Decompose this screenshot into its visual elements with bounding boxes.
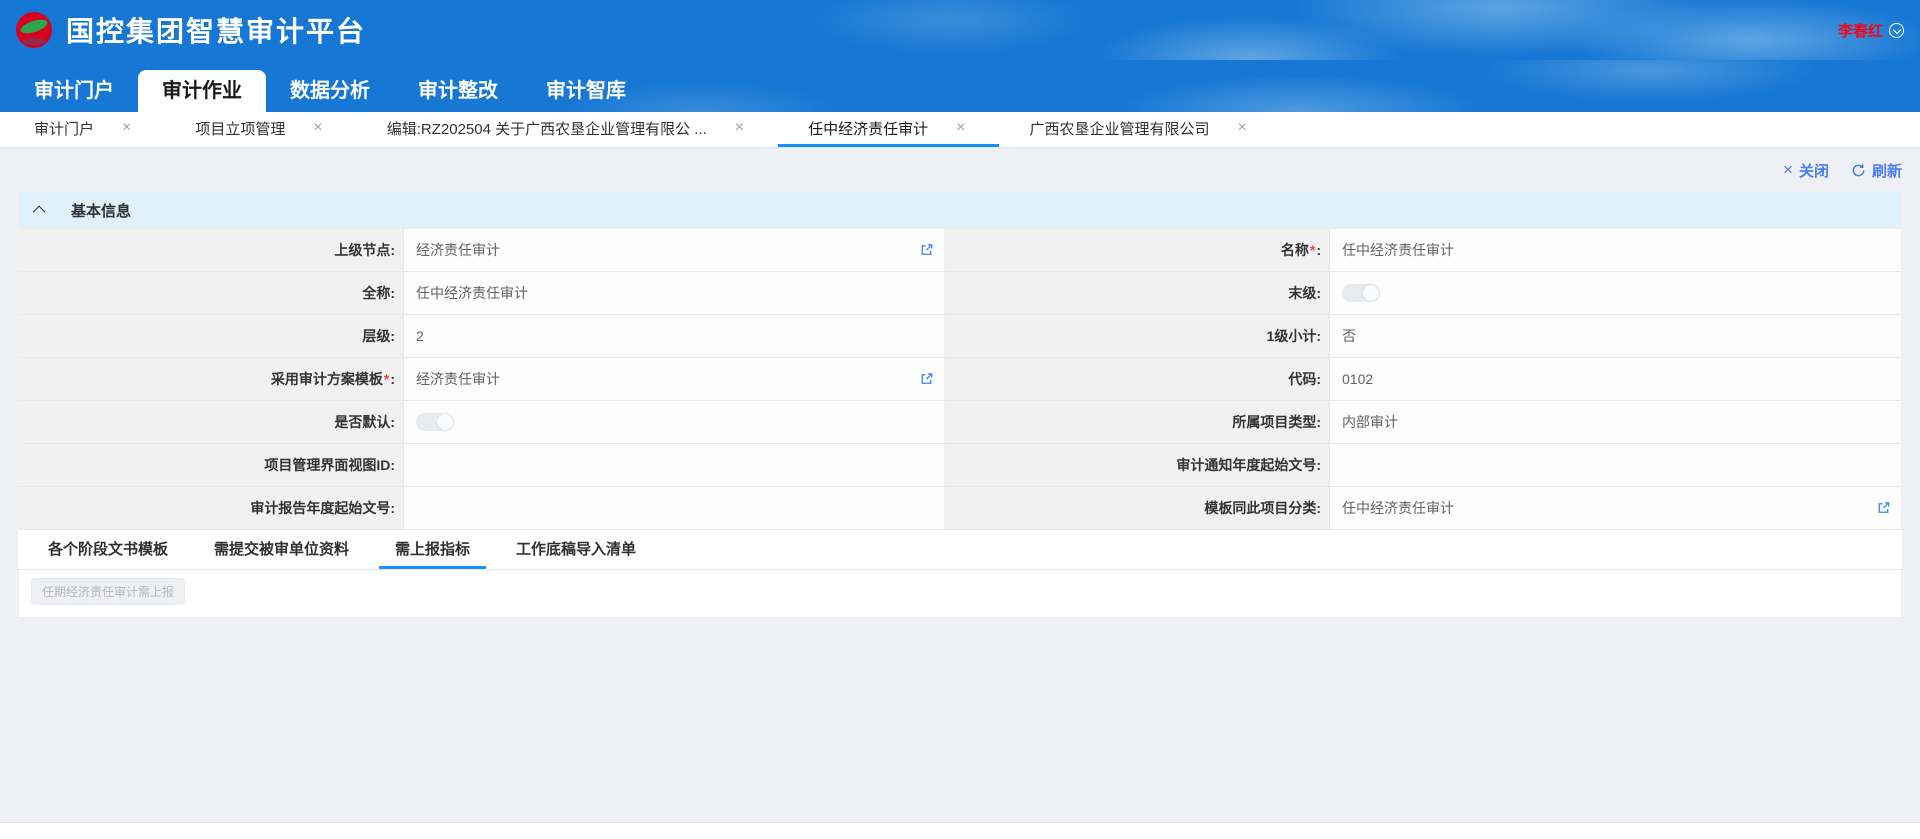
field-is-default: [404, 401, 945, 444]
close-icon[interactable]: ×: [956, 120, 965, 136]
nav-item-audit-knowledge[interactable]: 审计智库: [522, 70, 650, 112]
app-title: 国控集团智慧审计平台: [66, 10, 366, 50]
field-label-template-category: 模板同此项目分类:: [945, 487, 1330, 530]
app-header: 国控集团智慧审计平台 李春红: [0, 0, 1920, 60]
close-icon[interactable]: ×: [313, 120, 322, 136]
field-value: 经济责任审计: [416, 369, 500, 389]
tab-audit-portal[interactable]: 审计门户 ×: [4, 112, 165, 147]
field-label-name: 名称*:: [945, 229, 1330, 272]
close-icon[interactable]: ×: [735, 120, 744, 136]
field-name[interactable]: 任中经济责任审计: [1330, 229, 1902, 272]
required-mark: *: [1310, 242, 1315, 258]
field-full-name[interactable]: 任中经济责任审计: [404, 272, 945, 315]
bottom-strip: [0, 822, 1920, 839]
refresh-label[interactable]: 刷新: [1872, 160, 1902, 181]
toggle-knob: [437, 414, 453, 430]
field-label-level1-subtotal: 1级小计:: [945, 315, 1330, 358]
user-name[interactable]: 李春红: [1838, 20, 1883, 41]
field-value: 任中经济责任审计: [1342, 240, 1454, 260]
external-link-icon[interactable]: [919, 243, 934, 258]
close-icon[interactable]: ×: [1238, 120, 1247, 136]
chevron-up-icon[interactable]: [33, 205, 46, 218]
tab-midterm-economic-audit[interactable]: 任中经济责任审计 ×: [778, 112, 999, 147]
field-notice-doc-no[interactable]: [1330, 444, 1902, 487]
nav-item-audit-work[interactable]: 审计作业: [138, 70, 266, 112]
close-icon[interactable]: ×: [122, 120, 131, 136]
tab-label[interactable]: 编辑:RZ202504 关于广西农垦企业管理有限公 ...: [387, 118, 707, 139]
external-link-icon[interactable]: [919, 372, 934, 387]
is-default-toggle[interactable]: [416, 413, 454, 431]
subtab-stage-doc-templates[interactable]: 各个阶段文书模板: [32, 530, 184, 569]
field-report-doc-no[interactable]: [404, 487, 945, 530]
chevron-down-icon[interactable]: [1889, 23, 1904, 38]
tenure-report-button[interactable]: 任期经济责任审计需上报: [31, 578, 185, 605]
field-level[interactable]: 2: [404, 315, 945, 358]
field-value: 0102: [1342, 371, 1373, 387]
page-content: × 关闭 刷新 基本信息 上级节点: 经济责任审计: [0, 148, 1920, 618]
field-value: 任中经济责任审计: [416, 283, 528, 303]
tab-label[interactable]: 任中经济责任审计: [808, 118, 928, 139]
close-label[interactable]: 关闭: [1799, 160, 1829, 181]
refresh-page-button[interactable]: 刷新: [1851, 160, 1902, 181]
field-value: 否: [1342, 326, 1356, 346]
required-mark: *: [384, 371, 389, 387]
field-parent-node[interactable]: 经济责任审计: [404, 229, 945, 272]
subtab-working-paper-import[interactable]: 工作底稿导入清单: [500, 530, 652, 569]
field-label-notice-doc-no: 审计通知年度起始文号:: [945, 444, 1330, 487]
page-actions: × 关闭 刷新: [18, 148, 1902, 192]
field-code[interactable]: 0102: [1330, 358, 1902, 401]
field-value: 内部审计: [1342, 412, 1398, 432]
tab-guangxi-nongken[interactable]: 广西农垦企业管理有限公司 ×: [999, 112, 1280, 147]
section-title: 基本信息: [71, 200, 131, 221]
detail-tab-content: 任期经济责任审计需上报: [18, 570, 1902, 618]
field-level1-subtotal[interactable]: 否: [1330, 315, 1902, 358]
field-audit-plan-template[interactable]: 经济责任审计: [404, 358, 945, 401]
field-label-code: 代码:: [945, 358, 1330, 401]
app-logo-icon: [16, 12, 52, 48]
leaf-level-toggle[interactable]: [1342, 284, 1380, 302]
field-label-level: 层级:: [18, 315, 404, 358]
toggle-knob: [1363, 285, 1379, 301]
external-link-icon[interactable]: [1876, 501, 1891, 516]
field-label-view-id: 项目管理界面视图ID:: [18, 444, 404, 487]
field-value: 任中经济责任审计: [1342, 498, 1454, 518]
field-label-full-name: 全称:: [18, 272, 404, 315]
nav-item-data-analysis[interactable]: 数据分析: [266, 70, 394, 112]
field-template-category[interactable]: 任中经济责任审计: [1330, 487, 1902, 530]
basic-info-header[interactable]: 基本信息: [18, 192, 1902, 228]
field-label-report-doc-no: 审计报告年度起始文号:: [18, 487, 404, 530]
field-value: 2: [416, 328, 424, 344]
field-view-id[interactable]: [404, 444, 945, 487]
field-value: 经济责任审计: [416, 240, 500, 260]
detail-tab-bar: 各个阶段文书模板 需提交被审单位资料 需上报指标 工作底稿导入清单: [18, 530, 1902, 570]
main-nav: 审计门户 审计作业 数据分析 审计整改 审计智库: [0, 60, 1920, 112]
field-label-is-default: 是否默认:: [18, 401, 404, 444]
basic-info-form: 上级节点: 经济责任审计 名称*: 任中经济责任审计 全称:: [18, 228, 1902, 530]
field-label-leaf-level: 末级:: [945, 272, 1330, 315]
basic-info-panel: 基本信息 上级节点: 经济责任审计 名称*: 任中经济责任审计: [18, 192, 1902, 618]
field-label-project-type: 所属项目类型:: [945, 401, 1330, 444]
subtab-required-materials[interactable]: 需提交被审单位资料: [198, 530, 365, 569]
refresh-icon[interactable]: [1851, 163, 1866, 178]
tab-label[interactable]: 项目立项管理: [195, 118, 285, 139]
field-leaf-level: [1330, 272, 1902, 315]
tab-label[interactable]: 广西农垦企业管理有限公司: [1029, 118, 1209, 139]
open-tab-bar: 审计门户 × 项目立项管理 × 编辑:RZ202504 关于广西农垦企业管理有限…: [0, 112, 1920, 148]
field-project-type[interactable]: 内部审计: [1330, 401, 1902, 444]
nav-item-audit-rectify[interactable]: 审计整改: [394, 70, 522, 112]
field-label-parent-node: 上级节点:: [18, 229, 404, 272]
field-label-audit-plan-template: 采用审计方案模板*:: [18, 358, 404, 401]
user-menu[interactable]: 李春红: [1838, 20, 1904, 41]
nav-item-audit-portal[interactable]: 审计门户: [10, 70, 138, 112]
close-icon[interactable]: ×: [1783, 160, 1793, 180]
close-page-button[interactable]: × 关闭: [1783, 160, 1829, 181]
tab-edit-rz202504[interactable]: 编辑:RZ202504 关于广西农垦企业管理有限公 ... ×: [357, 112, 778, 147]
tab-label[interactable]: 审计门户: [34, 118, 94, 139]
tab-project-approval[interactable]: 项目立项管理 ×: [165, 112, 356, 147]
subtab-report-indicators[interactable]: 需上报指标: [379, 530, 486, 569]
